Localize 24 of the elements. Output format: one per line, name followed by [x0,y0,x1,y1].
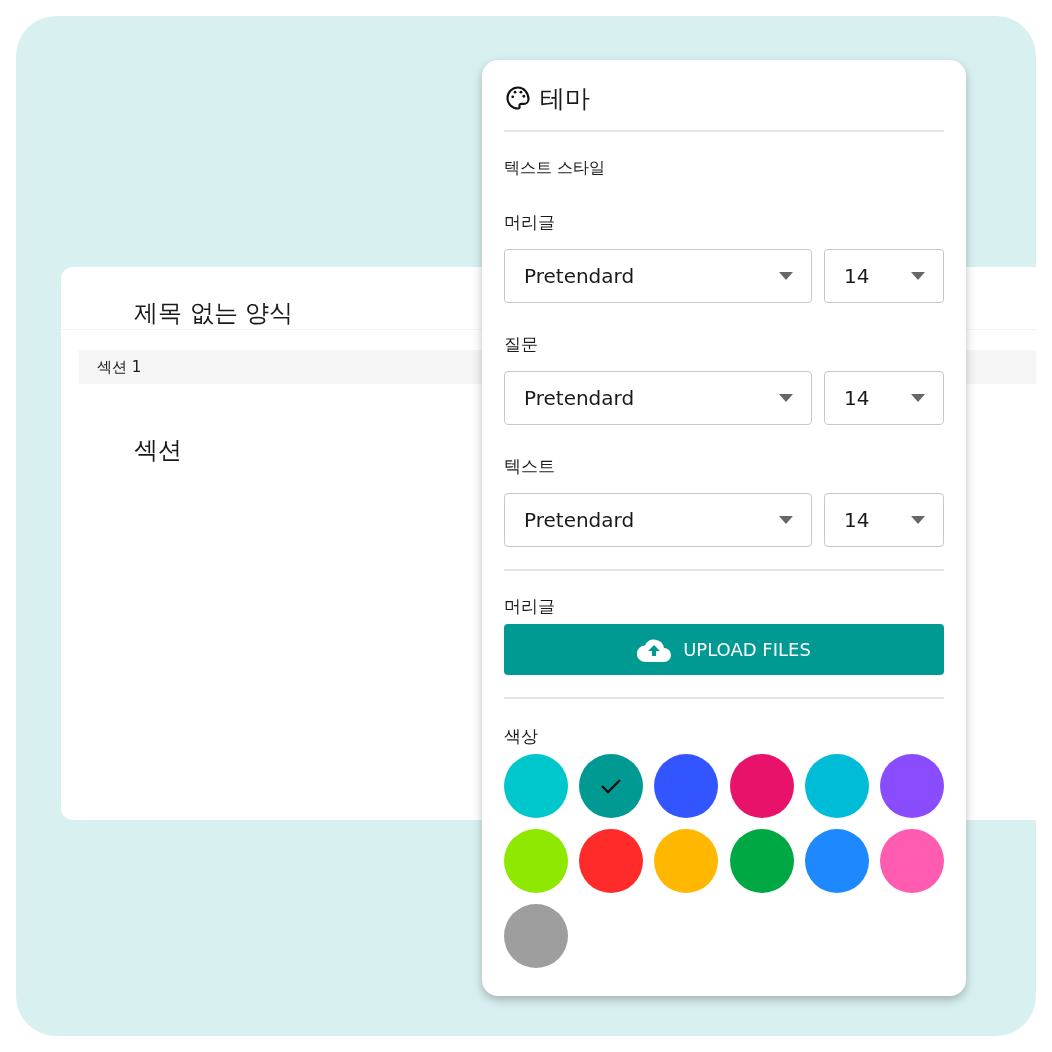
palette-icon [504,84,532,112]
field-label: 머리글 [504,595,556,618]
caret-icon [779,516,793,524]
caret-icon [779,394,793,402]
size-select[interactable]: 14 [824,493,944,547]
caret-icon [779,272,793,280]
size-select[interactable]: 14 [824,371,944,425]
field-label: 질문 [504,333,539,356]
section-heading: 섹션 [134,435,182,466]
form-title: 제목 없는 양식 [134,298,294,329]
caret-icon [911,272,925,280]
caret-icon [911,516,925,524]
caret-icon [911,394,925,402]
size-select[interactable]: 14 [824,249,944,303]
font-select[interactable]: Pretendard [504,249,812,303]
cloud-upload-icon [637,637,672,662]
field-label: 머리글 [504,211,556,234]
section-label: 텍스트 스타일 [504,158,607,179]
field-label: 색상 [504,725,539,748]
check-icon [600,777,623,795]
font-select[interactable]: Pretendard [504,371,812,425]
font-select[interactable]: Pretendard [504,493,812,547]
field-label: 텍스트 [504,455,556,478]
panel-title: 테마 [540,82,590,115]
